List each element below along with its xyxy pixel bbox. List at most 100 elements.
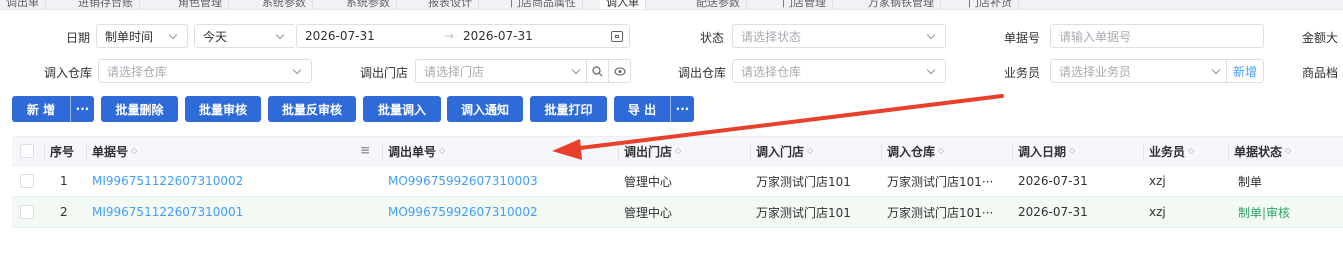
doc-no-link[interactable]: MI996751122607310002 [92,166,243,196]
out-no-link[interactable]: MO99675992607310003 [388,166,538,196]
batch-delete-button[interactable]: 批量删除 [101,96,178,122]
menu-icon[interactable]: ≡ [360,143,370,157]
out-store-label: 调出门店 [359,66,408,80]
chevron-down-icon [925,30,937,42]
date-start[interactable]: 2026-07-31 [305,29,435,43]
out-warehouse-select[interactable]: 请选择仓库 [732,59,946,83]
in-warehouse-label: 调入仓库 [43,66,92,80]
sort-icon[interactable]: ◇ [1069,147,1075,155]
tab-item[interactable]: 门店管理 [776,0,833,9]
export-button-group: 导 出 ··· [614,96,694,122]
tab-item-active[interactable]: 调入单 [600,0,646,9]
eye-icon[interactable] [608,60,630,82]
doc-no-link[interactable]: MI996751122607310001 [92,197,243,227]
date-end[interactable]: 2026-07-31 [463,29,593,43]
tab-item[interactable]: 门店商品属性 [504,0,583,9]
doc-no-input[interactable]: 请输入单据号 [1050,24,1264,48]
sort-icon[interactable]: ◇ [131,147,137,155]
chevron-down-icon [167,30,179,42]
sort-icon[interactable]: ◇ [938,147,944,155]
chevron-down-icon [1210,65,1222,77]
tab-item[interactable]: 系统参数 [256,0,313,9]
in-warehouse-cell: 万家测试门店101··· [887,205,994,220]
tab-item[interactable]: 配送参数 [690,0,747,9]
date-preset-select[interactable]: 今天 [194,24,294,48]
salesman-label: 业务员 [1003,66,1040,80]
out-store-select[interactable]: 请选择门店 [415,59,631,83]
status-cell: 制单 [1238,174,1263,189]
tab-item[interactable]: 进销存台账 [72,0,140,9]
salesman-add-link[interactable]: 新增 [1225,60,1263,82]
tab-item[interactable]: 门店补货 [962,0,1019,9]
select-all-checkbox[interactable] [20,137,34,165]
col-status[interactable]: 单据状态 ◇ [1227,137,1291,165]
tab-strip: 调出单 进销存台账 角色管理 系统参数 系统参数 报表设计 门店商品属性 调入单… [0,0,1343,10]
chevron-down-icon [570,65,582,77]
sort-icon[interactable]: ◇ [439,147,445,155]
date-label: 日期 [65,31,90,45]
batch-unapprove-button[interactable]: 批量反审核 [268,96,356,122]
status-cell: 制单|审核 [1238,205,1291,220]
col-in-date[interactable]: 调入日期 ◇ [1011,137,1075,165]
batch-in-button[interactable]: 批量调入 [363,96,441,122]
date-type-select[interactable]: 制单时间 [96,24,188,48]
sort-icon[interactable]: ◇ [675,147,681,155]
salesman-cell: xzj [1149,205,1166,219]
notify-in-button[interactable]: 调入通知 [447,96,523,122]
col-index: 序号 [43,137,74,165]
col-salesman[interactable]: 业务员 ◇ [1142,137,1194,165]
row-index: 1 [60,174,68,188]
tab-item[interactable]: 报表设计 [422,0,479,9]
status-select[interactable]: 请选择状态 [732,24,946,48]
in-store-cell: 万家测试门店101 [756,205,851,220]
date-range-picker[interactable]: 2026-07-31 → 2026-07-31 [296,24,630,48]
add-more-button[interactable]: ··· [70,96,94,122]
col-doc-no[interactable]: 单据号 ◇ [85,137,137,165]
row-checkbox[interactable] [20,197,34,227]
add-button-group: 新 增 ··· [12,96,94,122]
amount-label: 金额大 [1302,31,1339,45]
in-date-cell: 2026-07-31 [1018,205,1088,219]
status-label: 状态 [699,31,724,45]
row-index: 2 [60,205,68,219]
batch-approve-button[interactable]: 批量审核 [185,96,261,122]
goods-label: 商品档 [1302,66,1339,80]
tab-item[interactable]: 万家钢铁管理 [862,0,941,9]
col-in-store[interactable]: 调入门店 ◇ [749,137,813,165]
tab-item[interactable]: 系统参数 [340,0,397,9]
chevron-down-icon [925,65,937,77]
col-out-no[interactable]: 调出单号 ◇ [381,137,445,165]
in-warehouse-select[interactable]: 请选择仓库 [98,59,312,83]
transfer-in-table: 序号 单据号 ◇ ≡ 调出单号 ◇ 调出门店 ◇ 调入门店 ◇ 调入仓库 ◇ 调入日期 ◇ … [12,136,1343,228]
in-date-cell: 2026-07-31 [1018,174,1088,188]
out-store-cell: 管理中心 [624,174,673,189]
col-in-warehouse[interactable]: 调入仓库 ◇ [880,137,944,165]
in-warehouse-cell: 万家测试门店101··· [887,174,994,189]
doc-no-label: 单据号 [1003,31,1040,45]
sort-icon[interactable]: ◇ [1188,147,1194,155]
out-no-link[interactable]: MO99675992607310002 [388,197,538,227]
table-row[interactable]: 1 MI996751122607310002 MO996759926073100… [12,166,1343,197]
chevron-down-icon [291,65,303,77]
col-out-store[interactable]: 调出门店 ◇ [617,137,681,165]
batch-print-button[interactable]: 批量打印 [530,96,607,122]
salesman-cell: xzj [1149,174,1166,188]
export-more-button[interactable]: ··· [670,96,694,122]
out-store-cell: 管理中心 [624,205,673,220]
tab-item[interactable]: 角色管理 [172,0,229,9]
add-button[interactable]: 新 增 [12,101,70,118]
table-header: 序号 单据号 ◇ ≡ 调出单号 ◇ 调出门店 ◇ 调入门店 ◇ 调入仓库 ◇ 调入日期 ◇ … [12,136,1343,166]
row-checkbox[interactable] [20,166,34,196]
out-warehouse-label: 调出仓库 [677,66,726,80]
arrow-right-icon: → [443,29,455,43]
sort-icon[interactable]: ◇ [1285,147,1291,155]
sort-icon[interactable]: ◇ [807,147,813,155]
table-row[interactable]: 2 MI996751122607310001 MO996759926073100… [12,197,1343,228]
salesman-select[interactable]: 请选择业务员 新增 [1050,59,1264,83]
calendar-icon[interactable] [611,30,623,42]
tab-item[interactable]: 调出单 [0,0,46,9]
in-store-cell: 万家测试门店101 [756,174,851,189]
search-icon[interactable] [586,60,608,82]
chevron-down-icon [274,30,286,42]
export-button[interactable]: 导 出 [614,101,670,118]
